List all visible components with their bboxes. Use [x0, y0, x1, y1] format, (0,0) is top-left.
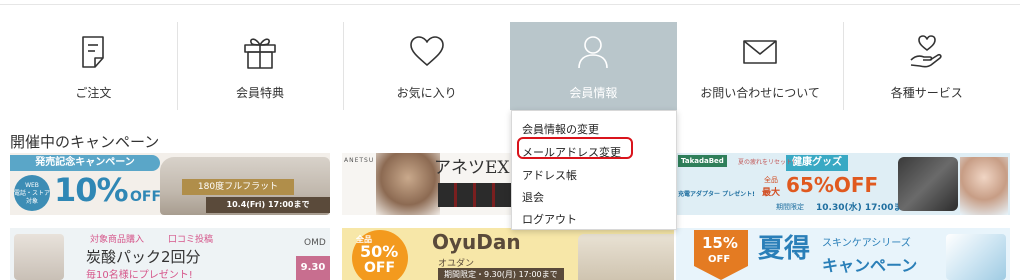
oyudan-percent: 50% [360, 242, 399, 261]
launch-badge: 発売記念キャンペーン [10, 155, 160, 171]
pack-headline: 炭酸パック2回分 [86, 248, 201, 266]
launch-percent: 10% [54, 171, 129, 209]
dropdown-item-logout[interactable]: ログアウト [522, 211, 577, 227]
summer-campaign: キャンペーン [822, 256, 918, 275]
anetsu-brand: ANETSU [344, 157, 375, 164]
channel-phone-store: 電話・ストア [14, 190, 51, 197]
health-category: 健康グッズ [786, 155, 848, 171]
nav-label-contact: お問い合わせについて [700, 86, 820, 100]
nav-item-contact[interactable]: お問い合わせについて [677, 22, 844, 110]
nav-item-member-info[interactable]: 会員情報 [510, 22, 677, 110]
mail-icon [740, 32, 780, 72]
gift-icon [240, 32, 280, 72]
nav-item-favorites[interactable]: お気に入り [343, 22, 510, 110]
channel-target: 対象 [25, 198, 38, 205]
summer-percent: 15% [702, 234, 738, 252]
nav-label-orders: ご注文 [75, 86, 112, 100]
dropdown-item-withdraw[interactable]: 退会 [522, 189, 544, 205]
heart-icon [407, 32, 447, 72]
takadabed-logo: TakadaBed [678, 155, 727, 167]
member-info-dropdown: 会員情報の変更 メールアドレス変更 アドレス帳 退会 ログアウト [511, 110, 677, 230]
oyudan-period: 期間限定・9.30(月) 17:00まで [438, 268, 564, 280]
summer-headline: 夏得 [758, 234, 811, 264]
model-photo [376, 153, 440, 215]
campaign-banner-oyudan[interactable]: 全品 50% OFF OyuDan オユダン 期間限定・9.30(月) 17:0… [342, 228, 674, 280]
nav-label-member-benefits: 会員特典 [236, 86, 285, 100]
user-icon [573, 32, 613, 72]
campaign-banner-carbonic-pack[interactable]: 対象商品購入 口コミ投稿 炭酸パック2回分 毎10名様にプレゼント! OMD 9… [10, 228, 330, 280]
health-charger: 充電アダプター プレゼント! [678, 191, 755, 198]
nav-item-orders[interactable]: ご注文 [10, 22, 177, 110]
order-document-icon [73, 32, 113, 72]
account-nav: ご注文 会員特典 お気に入り 会員情報 お問い合わせについて 各種サービス [10, 22, 1010, 110]
channel-web: WEB [25, 182, 39, 189]
health-max-label: 全品 [764, 176, 778, 184]
campaign-banner-summer-skincare[interactable]: 15% OFF 夏得 スキンケアシリーズ キャンペーン [676, 228, 1010, 280]
products-image [14, 234, 64, 280]
health-max: 最大 [762, 188, 781, 198]
summer-series: スキンケアシリーズ [822, 238, 911, 249]
campaign-banner-health[interactable]: TakadaBed 健康グッズ 夏の疲れをリセット! 全品 最大 65%OFF … [676, 153, 1010, 215]
launch-date: 10.4(Fri) 17:00まで [206, 197, 330, 213]
campaigns-heading: 開催中のキャンペーン [10, 133, 160, 151]
omd-logo: OMD [304, 238, 326, 248]
dropdown-item-address-book[interactable]: アドレス帳 [522, 167, 577, 183]
dropdown-item-edit-member-info[interactable]: 会員情報の変更 [522, 121, 599, 137]
anetsu-title: アネツEX [434, 158, 510, 178]
health-percent: 65%OFF [786, 173, 879, 197]
nav-item-services[interactable]: 各種サービス [843, 22, 1010, 110]
top-divider [0, 4, 1020, 5]
oyudan-off: OFF [364, 260, 396, 276]
summer-off: OFF [708, 254, 731, 265]
pack-sub: 毎10名様にプレゼント! [86, 270, 193, 280]
gadgets-image [898, 157, 958, 211]
skincare-products-image [946, 234, 1006, 280]
health-script: 夏の疲れをリセット! [738, 159, 795, 166]
oyudan-brand: OyuDan [432, 230, 521, 254]
pack-tag-review: 口コミ投稿 [168, 235, 214, 245]
nav-item-member-benefits[interactable]: 会員特典 [176, 22, 344, 110]
pack-tag-purchase: 対象商品購入 [90, 235, 145, 245]
pack-date: 9.30 [296, 256, 330, 280]
channels-circle: WEB 電話・ストア 対象 [14, 175, 50, 211]
woman-photo [960, 157, 1008, 215]
nav-label-member-info: 会員情報 [569, 86, 618, 100]
campaign-banner-launch[interactable]: 発売記念キャンペーン WEB 電話・ストア 対象 10% OFF 180度フルフ… [10, 153, 330, 215]
nav-label-favorites: お気に入り [396, 86, 457, 100]
heart-hand-icon [907, 32, 947, 72]
launch-off: OFF [130, 189, 162, 205]
health-period-label: 期間限定 [776, 203, 804, 211]
bedding-image [578, 234, 674, 280]
email-change-highlight [517, 137, 633, 159]
nav-label-services: 各種サービス [890, 86, 963, 100]
product-boxes [438, 183, 514, 207]
flat-ribbon: 180度フルフラット [182, 179, 294, 195]
